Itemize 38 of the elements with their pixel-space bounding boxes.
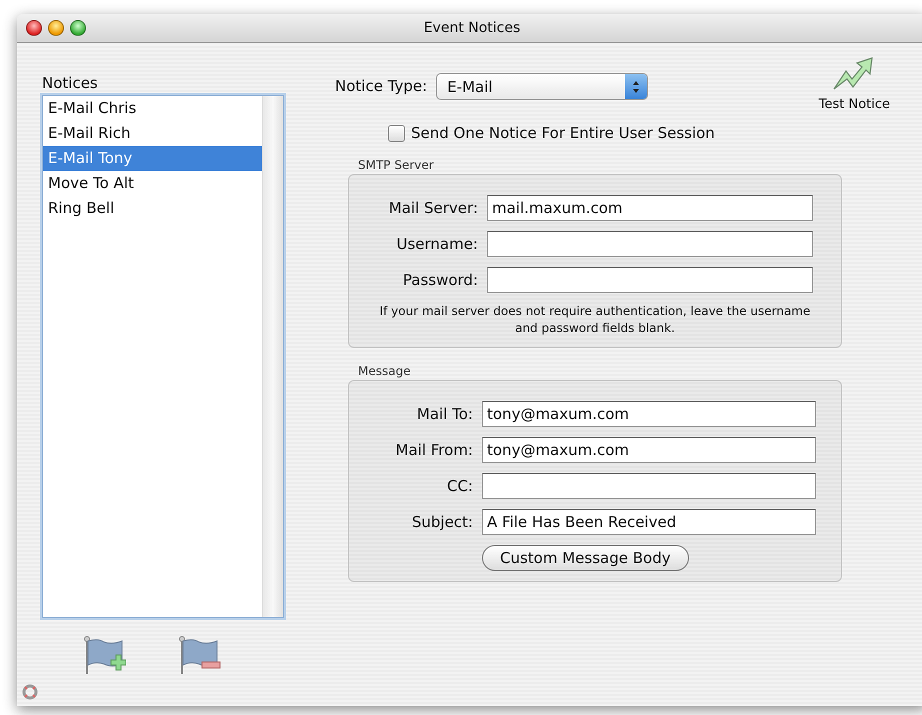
field-label: Mail From: — [394, 441, 473, 459]
notice-type-dropdown[interactable]: E-Mail — [436, 73, 648, 100]
field-label: Username: — [395, 235, 478, 253]
custom-message-body-button[interactable]: Custom Message Body — [482, 545, 689, 571]
field-label: Mail To: — [416, 405, 473, 423]
field-label: Password: — [402, 271, 478, 289]
scrollbar-track[interactable] — [262, 96, 283, 617]
list-item[interactable]: E-Mail Rich — [43, 121, 262, 146]
group-title: SMTP Server — [358, 158, 434, 172]
notice-type-label: Notice Type: — [335, 77, 428, 95]
up-down-arrows-icon — [632, 80, 640, 94]
checkbox[interactable] — [388, 124, 405, 142]
field-label: CC: — [446, 477, 473, 495]
minimize-button[interactable] — [48, 20, 64, 36]
input-field[interactable] — [487, 231, 813, 257]
zoom-button[interactable] — [70, 20, 86, 36]
list-item[interactable]: Ring Bell — [43, 196, 262, 221]
input-field[interactable] — [482, 473, 816, 499]
window-title: Event Notices — [424, 20, 520, 36]
lifebuoy-icon[interactable] — [22, 684, 38, 700]
input-field[interactable]: mail.maxum.com — [487, 195, 813, 221]
input-field[interactable]: A File Has Been Received — [482, 509, 816, 535]
list-item[interactable]: E-Mail Chris — [43, 96, 262, 121]
close-button[interactable] — [26, 20, 42, 36]
field-label: Subject: — [410, 513, 473, 531]
group-title: Message — [358, 364, 411, 378]
test-notice-button[interactable]: Test Notice — [818, 55, 890, 112]
input-field[interactable] — [487, 267, 813, 293]
list-item[interactable]: Move To Alt — [43, 171, 262, 196]
remove-flag-icon[interactable] — [179, 636, 221, 676]
input-field[interactable]: tony@maxum.com — [482, 437, 816, 463]
field-label: Mail Server: — [388, 199, 478, 217]
list-item[interactable]: E-Mail Tony — [43, 146, 262, 171]
help-text: If your mail server does not require authentication, leave the username and password fields blank. — [378, 303, 812, 337]
input-field[interactable]: tony@maxum.com — [482, 401, 816, 427]
checkbox-label: Send One Notice For Entire User Session — [411, 124, 715, 142]
list-title: Notices — [42, 74, 98, 92]
add-flag-icon[interactable] — [84, 636, 126, 676]
